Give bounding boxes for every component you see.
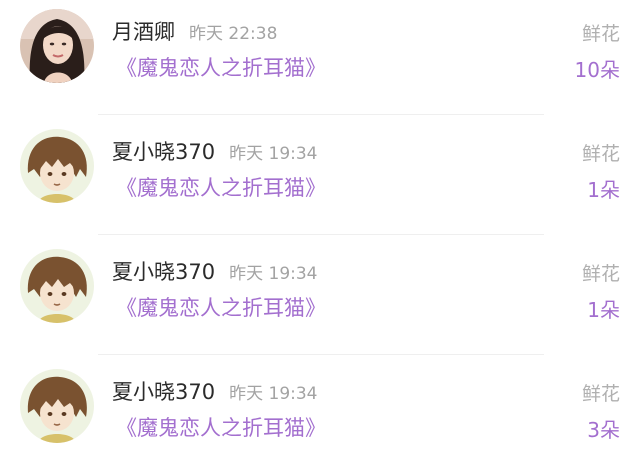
gift-time: 昨天 19:34 — [229, 384, 318, 404]
book-title-link[interactable]: 《魔鬼恋人之折耳猫》 — [116, 412, 326, 442]
gift-record-list: 月酒卿 昨天 22:38 《魔鬼恋人之折耳猫》 鲜花 10朵 夏小晓370 昨天 1… — [0, 0, 640, 475]
gift-record-item[interactable]: 月酒卿 昨天 22:38 《魔鬼恋人之折耳猫》 鲜花 10朵 — [0, 0, 640, 102]
user-name[interactable]: 夏小晓370 昨天 19:34 — [112, 376, 318, 406]
user-name-text[interactable]: 夏小晓370 — [112, 380, 215, 404]
gift-record-item[interactable]: 夏小晓370 昨天 19:34 《魔鬼恋人之折耳猫》 鲜花 3朵 — [0, 352, 640, 462]
user-avatar[interactable] — [20, 9, 94, 83]
gift-type-label: 鲜花 — [581, 23, 620, 45]
anime-boy-image — [20, 369, 94, 443]
gift-record-item[interactable]: 夏小晓370 昨天 19:34 《魔鬼恋人之折耳猫》 鲜花 1朵 — [0, 232, 640, 342]
woman-portrait-image — [20, 9, 94, 83]
gift-time: 昨天 19:34 — [229, 144, 318, 164]
gift-count: 1朵 — [587, 298, 620, 322]
user-name-text[interactable]: 夏小晓370 — [112, 140, 215, 164]
book-title-link[interactable]: 《魔鬼恋人之折耳猫》 — [116, 292, 326, 322]
user-avatar[interactable] — [20, 129, 94, 203]
user-name[interactable]: 夏小晓370 昨天 19:34 — [112, 136, 318, 166]
gift-count: 10朵 — [574, 58, 620, 82]
user-name[interactable]: 月酒卿 昨天 22:38 — [112, 16, 277, 46]
gift-count: 1朵 — [587, 178, 620, 202]
user-avatar[interactable] — [20, 249, 94, 323]
gift-type-label: 鲜花 — [581, 383, 620, 405]
gift-type-label: 鲜花 — [581, 263, 620, 285]
gift-time: 昨天 22:38 — [189, 24, 278, 44]
user-name[interactable]: 夏小晓370 昨天 19:34 — [112, 256, 318, 286]
user-name-text[interactable]: 夏小晓370 — [112, 260, 215, 284]
gift-record-item[interactable]: 夏小晓370 昨天 19:34 《魔鬼恋人之折耳猫》 鲜花 1朵 — [0, 112, 640, 222]
anime-boy-image — [20, 129, 94, 203]
gift-count: 3朵 — [587, 418, 620, 442]
gift-type-label: 鲜花 — [581, 143, 620, 165]
book-title-link[interactable]: 《魔鬼恋人之折耳猫》 — [116, 172, 326, 202]
book-title-link[interactable]: 《魔鬼恋人之折耳猫》 — [116, 52, 326, 82]
anime-boy-image — [20, 249, 94, 323]
user-avatar[interactable] — [20, 369, 94, 443]
gift-time: 昨天 19:34 — [229, 264, 318, 284]
user-name-text[interactable]: 月酒卿 — [112, 20, 175, 44]
